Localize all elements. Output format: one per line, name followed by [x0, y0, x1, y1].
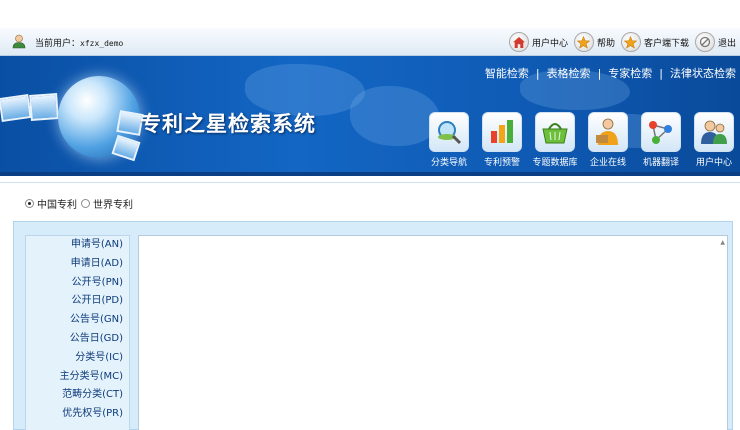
nav-enterprise-online[interactable]: 企业在线 [581, 112, 635, 168]
field-item-pd[interactable]: 公开日(PD) [26, 292, 129, 311]
basket-icon [535, 112, 575, 152]
client-download-link[interactable]: 客户端下载 [620, 32, 689, 52]
radio-china-patent-label: 中国专利 [37, 200, 77, 211]
nav-machine-translation-label: 机器翻译 [642, 158, 679, 168]
logout-icon [694, 32, 715, 52]
logout-link[interactable]: 退出 [694, 32, 736, 52]
nav-enterprise-online-label: 企业在线 [589, 158, 626, 168]
star-icon [620, 32, 641, 52]
nav-user-center[interactable]: 用户中心 [687, 112, 740, 168]
field-item-gn[interactable]: 公告号(GN) [26, 311, 129, 330]
radio-button-checked[interactable] [25, 199, 34, 208]
photo-strip-decoration [111, 134, 141, 162]
field-item-mc[interactable]: 主分类号(MC) [26, 368, 129, 387]
logout-label: 退出 [717, 38, 736, 49]
users-icon [694, 112, 734, 152]
field-item-gd[interactable]: 公告日(GD) [26, 330, 129, 349]
table-search-link[interactable]: 表格检索 [547, 65, 591, 81]
radio-china-patent[interactable]: 中国专利 [25, 196, 77, 211]
nav-classification-label: 分类导航 [430, 158, 467, 168]
smart-search-link[interactable]: 智能检索 [485, 65, 529, 81]
help-link[interactable]: 帮助 [573, 32, 615, 52]
field-item-pr[interactable]: 优先权号(PR) [26, 405, 129, 424]
radio-world-patent[interactable]: 世界专利 [81, 196, 133, 211]
photo-strip-decoration [29, 93, 59, 121]
patent-scope-selector: 中国专利 世界专利 [25, 196, 137, 211]
field-item-ic[interactable]: 分类号(IC) [26, 349, 129, 368]
nav-topic-database[interactable]: 专题数据库 [528, 112, 582, 168]
nav-topic-database-label: 专题数据库 [532, 158, 578, 168]
banner-bottom-border [0, 172, 740, 176]
help-label: 帮助 [596, 38, 615, 49]
user-icon [12, 34, 26, 49]
star-icon [573, 32, 594, 52]
link-separator: | [597, 66, 602, 80]
link-separator: | [535, 66, 540, 80]
nav-icon-bar: 分类导航 专利预警 专题数据库 企业在线 机器翻译 用户中心 [422, 112, 740, 172]
network-icon [641, 112, 681, 152]
radio-world-patent-label: 世界专利 [93, 200, 133, 211]
radio-button-unchecked[interactable] [81, 199, 90, 208]
link-separator: | [659, 66, 663, 80]
search-mode-links: 智能检索 | 表格检索 | 专家检索 | 法律状态检索 [485, 65, 736, 81]
field-list: 申请号(AN) 申请日(AD) 公开号(PN) 公开日(PD) 公告号(GN) … [25, 235, 130, 430]
field-item-pn[interactable]: 公开号(PN) [26, 274, 129, 293]
bar-chart-icon [482, 112, 522, 152]
client-download-label: 客户端下载 [643, 38, 689, 49]
search-panel: 申请号(AN) 申请日(AD) 公开号(PN) 公开日(PD) 公告号(GN) … [13, 221, 733, 430]
magnifier-icon [429, 112, 469, 152]
nav-classification[interactable]: 分类导航 [422, 112, 476, 168]
nav-machine-translation[interactable]: 机器翻译 [634, 112, 688, 168]
current-user-label: 当前用户：xfzx_demo [35, 36, 123, 49]
user-center-label: 用户中心 [531, 38, 568, 49]
nav-user-center-label: 用户中心 [695, 158, 732, 168]
nav-patent-warning-label: 专利预警 [483, 158, 520, 168]
business-icon [588, 112, 628, 152]
photo-strip-decoration [0, 94, 32, 122]
system-title: 专利之星检索系统 [140, 112, 316, 136]
current-user-prefix: 当前用户： [35, 39, 81, 49]
user-center-link[interactable]: 用户中心 [508, 32, 568, 52]
user-bar: 当前用户：xfzx_demo 用户中心 帮助 客户端下载 退出 [0, 28, 740, 56]
header-banner: 专利之星检索系统 智能检索 | 表格检索 | 专家检索 | 法律状态检索 分类导… [0, 56, 740, 174]
top-links: 用户中心 帮助 客户端下载 退出 [503, 31, 736, 53]
current-username: xfzx_demo [80, 39, 124, 48]
legal-status-search-link[interactable]: 法律状态检索 [670, 65, 736, 81]
field-item-ad[interactable]: 申请日(AD) [26, 255, 129, 274]
field-item-an[interactable]: 申请号(AN) [26, 236, 129, 255]
field-item-ct[interactable]: 范畴分类(CT) [26, 386, 129, 405]
query-textarea[interactable]: ▲ [138, 235, 728, 430]
expert-search-link[interactable]: 专家检索 [608, 65, 652, 81]
top-whitespace [0, 0, 740, 28]
scroll-up-arrow-icon[interactable]: ▲ [720, 239, 725, 246]
nav-patent-warning[interactable]: 专利预警 [475, 112, 529, 168]
home-icon [508, 32, 529, 52]
